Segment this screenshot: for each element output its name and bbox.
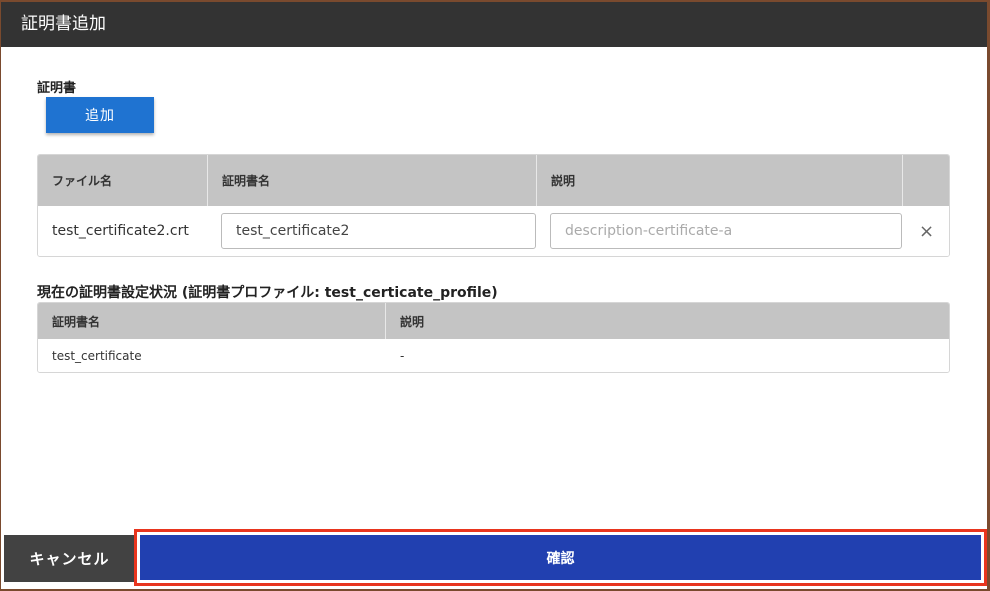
certificate-section-label: 証明書 — [37, 81, 77, 96]
cert-name-cell — [208, 206, 537, 256]
table-row: test_certificate - — [38, 339, 949, 372]
actions-cell: × — [903, 206, 949, 256]
dialog-title: 証明書追加 — [1, 2, 987, 47]
cert-name-cell: test_certificate — [52, 348, 142, 363]
column-header-actions — [903, 155, 949, 206]
add-certificate-dialog: 証明書追加 証明書 追加 ファイル名 証明書名 説明 test_certific… — [1, 2, 987, 589]
description-cell — [537, 206, 903, 256]
cert-name-input[interactable] — [221, 213, 536, 249]
cancel-button[interactable]: キャンセル — [4, 535, 135, 582]
description-cell: - — [400, 348, 405, 363]
current-settings-label: 現在の証明書設定状況 (証明書プロファイル: test_certicate_pr… — [37, 285, 498, 301]
table-header: ファイル名 証明書名 説明 — [38, 155, 949, 206]
column-header-description: 説明 — [400, 314, 425, 329]
current-certificate-table: 証明書名 説明 test_certificate - — [37, 302, 950, 373]
table-header: 証明書名 説明 — [38, 303, 949, 339]
confirm-highlight: 確認 — [134, 529, 987, 586]
column-header-file-name: ファイル名 — [38, 155, 208, 206]
description-input[interactable] — [550, 213, 902, 249]
confirm-button[interactable]: 確認 — [140, 535, 981, 580]
column-header-description: 説明 — [537, 155, 903, 206]
table-row: test_certificate2.crt × — [38, 206, 949, 256]
remove-row-close-icon[interactable]: × — [919, 221, 934, 242]
add-certificate-button[interactable]: 追加 — [46, 97, 154, 133]
new-certificate-table: ファイル名 証明書名 説明 test_certificate2.crt × — [37, 154, 950, 257]
column-header-cert-name: 証明書名 — [208, 155, 537, 206]
file-name-cell: test_certificate2.crt — [52, 223, 189, 239]
column-header-cert-name: 証明書名 — [38, 303, 386, 339]
